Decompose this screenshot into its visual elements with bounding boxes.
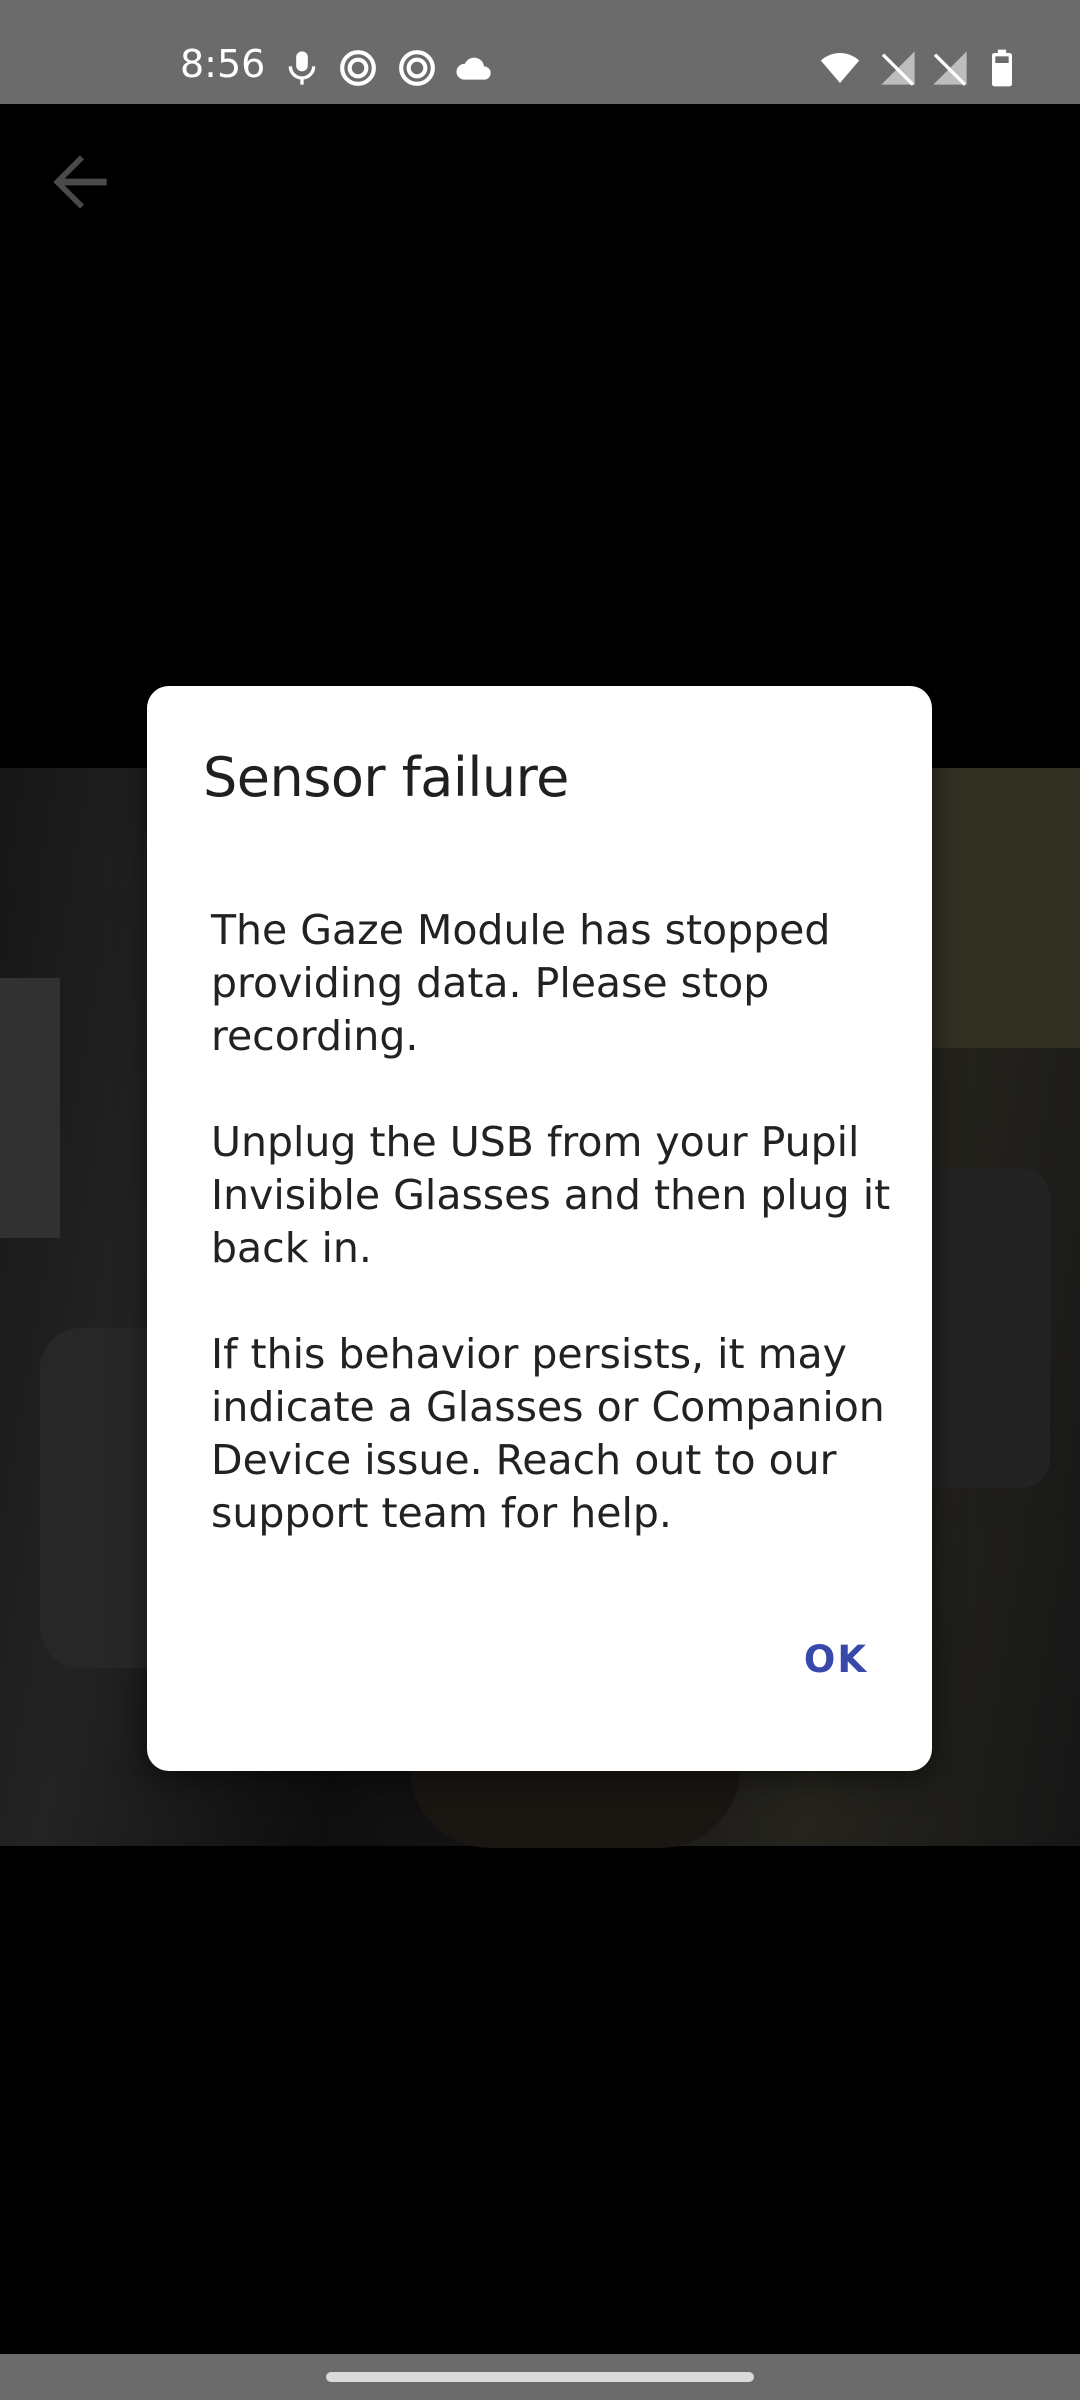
home-gesture-handle[interactable] <box>326 2372 754 2382</box>
status-bar: 8:56 <box>0 0 1080 104</box>
no-signal-icon <box>878 48 918 88</box>
no-signal-icon <box>930 48 970 88</box>
ring-icon <box>397 48 437 88</box>
navigation-bar <box>0 2354 1080 2400</box>
ring-icon <box>338 48 378 88</box>
dialog-paragraph: Unplug the USB from your Pupil Invisible… <box>211 1118 891 1272</box>
cloud-icon <box>454 48 494 88</box>
preview-shape <box>930 768 1080 1048</box>
status-time: 8:56 <box>180 42 266 86</box>
dialog-message: The Gaze Module has stopped providing da… <box>211 904 901 1593</box>
sensor-failure-dialog: Sensor failure The Gaze Module has stopp… <box>147 686 932 1771</box>
battery-icon <box>982 48 1022 88</box>
dialog-paragraph: The Gaze Module has stopped providing da… <box>211 906 831 1060</box>
arrow-back-icon <box>53 155 107 209</box>
dialog-title: Sensor failure <box>203 746 569 809</box>
screen: 8:56 Sensor failure The Gaze Module has … <box>0 0 1080 2400</box>
preview-shape <box>0 978 60 1238</box>
ok-button[interactable]: OK <box>804 1626 868 1693</box>
dialog-paragraph: If this behavior persists, it may indica… <box>211 1330 885 1537</box>
wifi-icon <box>820 48 860 88</box>
mic-icon <box>282 48 322 88</box>
back-button[interactable] <box>40 142 120 222</box>
